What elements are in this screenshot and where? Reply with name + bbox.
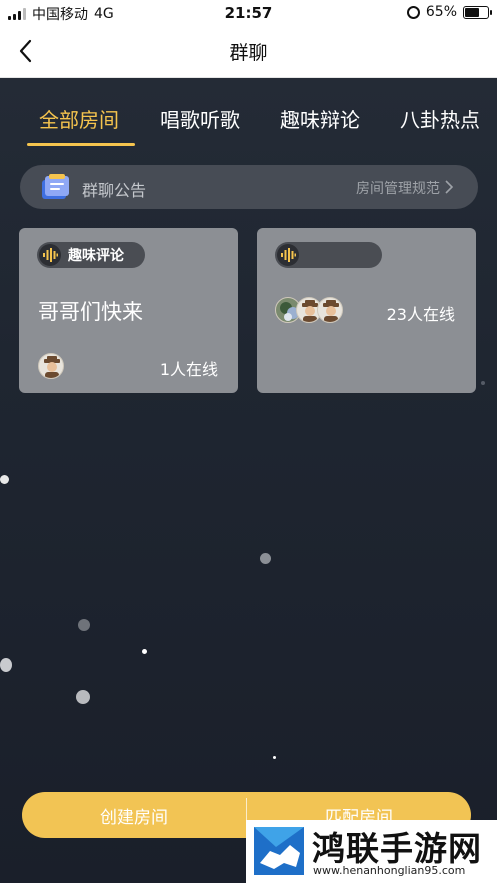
avatar: [317, 297, 343, 323]
room-card[interactable]: 趣味评论 哥哥们快来 1人在线: [19, 228, 238, 393]
sound-wave-icon: [39, 244, 61, 266]
alarm-icon: [406, 5, 420, 19]
status-right: 65%: [406, 4, 492, 20]
notice-rules-link[interactable]: 房间管理规范: [356, 178, 440, 198]
watermark-url: www.henanhonglian95.com: [313, 864, 466, 877]
tab-debate[interactable]: 趣味辩论: [280, 104, 360, 133]
background-dot: [273, 756, 276, 759]
battery-fill: [465, 7, 480, 17]
battery-percent: 65%: [425, 4, 457, 20]
watermark-title: 鸿联手游网: [312, 829, 482, 868]
notice-title: 群聊公告: [82, 181, 147, 200]
background-dot: [76, 690, 90, 704]
status-bar: 中国移动 4G 21:57 65%: [0, 0, 497, 26]
tab-gossip[interactable]: 八卦热点: [400, 104, 480, 133]
watermark-logo-icon: [254, 827, 304, 875]
room-card[interactable]: 23人在线: [257, 228, 476, 393]
online-count: 1人在线: [159, 360, 218, 379]
room-tag-label: 趣味评论: [68, 248, 124, 264]
room-title: 哥哥们快来: [38, 300, 143, 324]
background-dot: [0, 475, 9, 484]
notice-bar[interactable]: 群聊公告 房间管理规范: [20, 165, 478, 209]
tab-all-rooms[interactable]: 全部房间: [39, 104, 119, 133]
background-dot: [481, 381, 485, 385]
battery-icon: [463, 5, 492, 19]
page-title: 群聊: [229, 42, 268, 64]
nav-bar: 群聊: [0, 26, 497, 78]
chevron-right-icon: [445, 180, 454, 194]
category-tabs: 全部房间 唱歌听歌 趣味辩论 八卦热点: [0, 78, 497, 148]
clipboard-icon: [42, 174, 69, 199]
main-content: 全部房间 唱歌听歌 趣味辩论 八卦热点 群聊公告 房间管理规范 趣味评论 哥哥们…: [0, 78, 497, 883]
background-dot: [142, 649, 147, 654]
sound-wave-icon: [277, 244, 299, 266]
background-dot: [260, 553, 271, 564]
member-avatars: [38, 353, 64, 379]
avatar: [38, 353, 64, 379]
member-avatars: [275, 297, 343, 323]
watermark: 鸿联手游网 www.henanhonglian95.com: [246, 820, 497, 883]
background-dot: [78, 619, 90, 631]
online-count: 23人在线: [386, 305, 455, 324]
tab-singing[interactable]: 唱歌听歌: [160, 104, 240, 133]
active-tab-indicator: [27, 143, 135, 146]
background-dot: [0, 658, 12, 672]
create-room-button[interactable]: 创建房间: [22, 792, 246, 838]
room-tag: [275, 242, 382, 268]
room-tag: 趣味评论: [37, 242, 145, 268]
